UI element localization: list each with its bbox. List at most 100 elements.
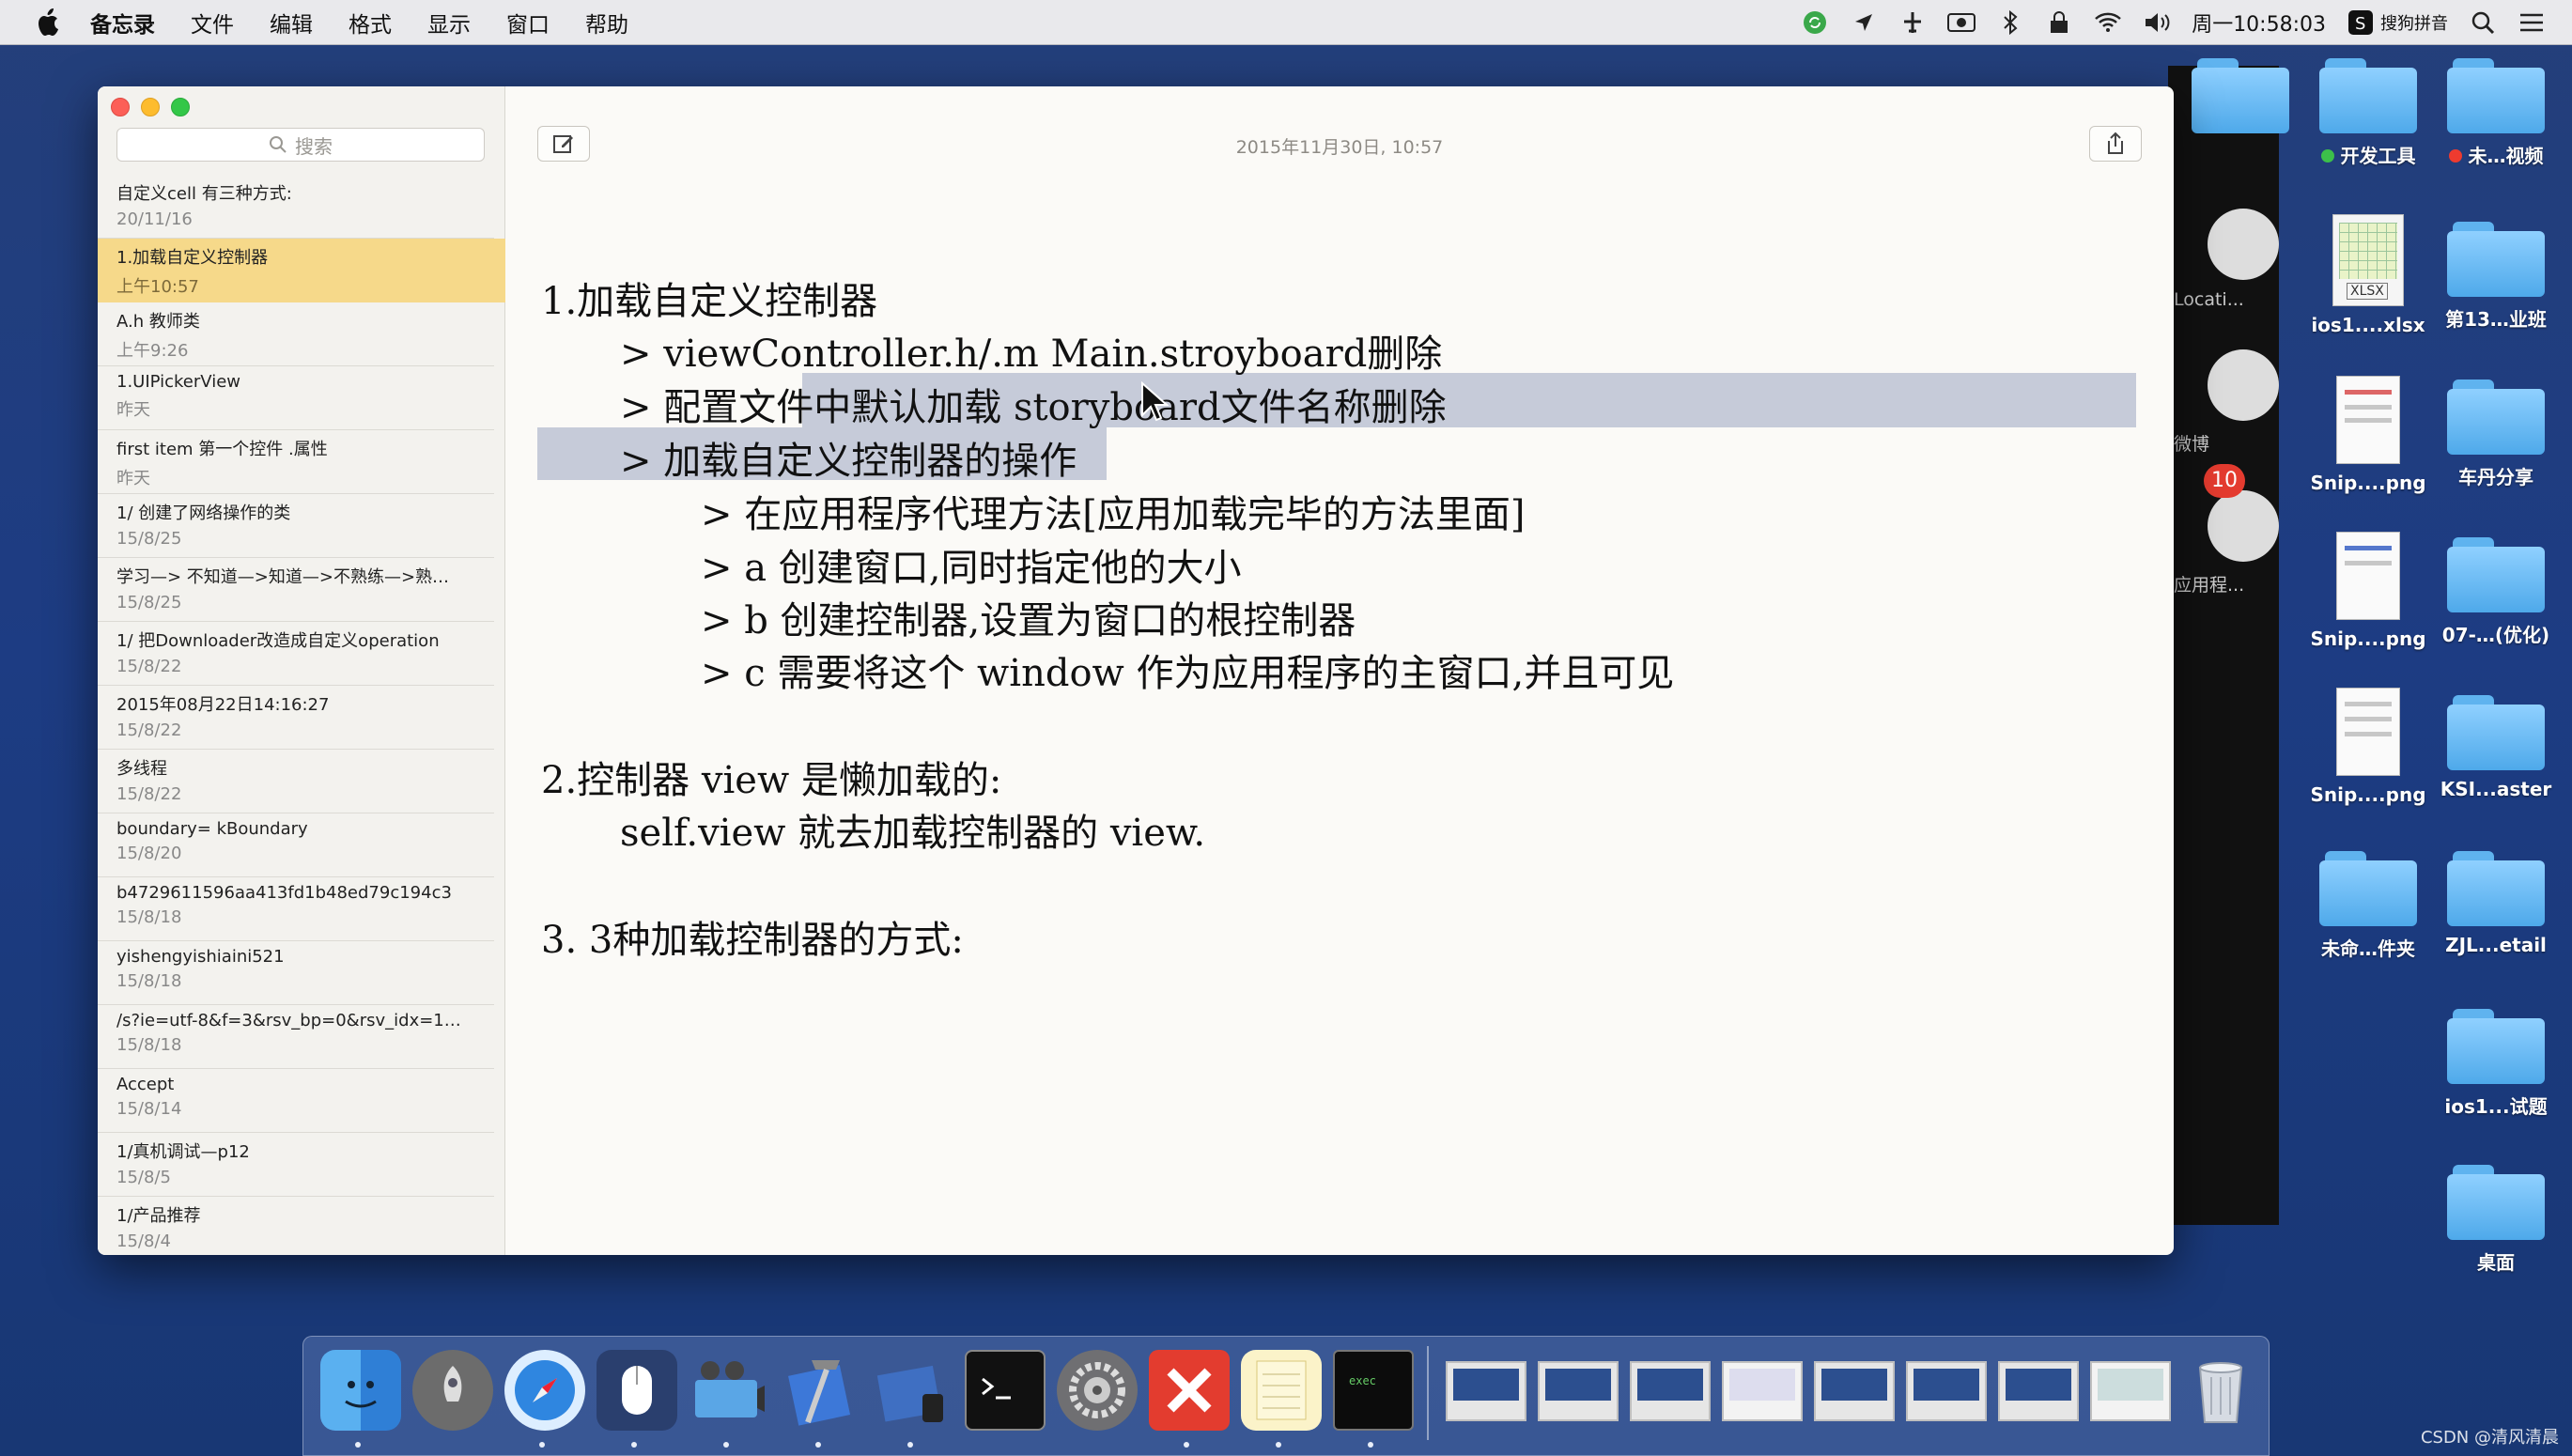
desktop-folder[interactable]: 车丹分享 [2435, 379, 2557, 489]
minimized-window-thumbnail[interactable] [1446, 1361, 1526, 1421]
note-list-item[interactable]: yishengyishiaini521 15/8/18 [98, 941, 494, 1005]
spotlight-search-icon[interactable] [2469, 8, 2497, 37]
safari-icon[interactable] [504, 1350, 585, 1431]
note-list-item[interactable]: boundary= kBoundary 15/8/20 [98, 813, 494, 877]
desktop-folder[interactable]: 未命…件夹 [2307, 851, 2429, 961]
menubar-clock[interactable]: 周一10:58:03 [2192, 8, 2326, 38]
notification-center-icon[interactable] [2518, 8, 2546, 37]
desktop-folder-video[interactable]: 未…视频 [2435, 58, 2557, 168]
bg-app-item[interactable]: Locati... [2168, 197, 2279, 319]
finder-icon[interactable] [320, 1350, 401, 1431]
notes-app-icon[interactable] [1241, 1350, 1322, 1431]
minimized-window-thumbnail[interactable] [1814, 1361, 1895, 1421]
minimized-window-thumbnail[interactable] [1538, 1361, 1619, 1421]
screen-record-icon[interactable] [1947, 8, 1976, 37]
lock-icon[interactable] [2045, 8, 2073, 37]
note-item-date: 昨天 [116, 469, 150, 488]
running-indicator [907, 1442, 913, 1448]
minimized-window-thumbnail[interactable] [1998, 1361, 2079, 1421]
minimized-window-thumbnail[interactable] [2090, 1361, 2171, 1421]
desktop-folder[interactable]: 桌面 [2435, 1165, 2557, 1275]
desktop-folder[interactable]: 第13…业班 [2435, 222, 2557, 332]
instruments-icon[interactable] [873, 1350, 953, 1431]
note-line: > 加载自定义控制器的操作 [620, 440, 1077, 483]
menu-app-name[interactable]: 备忘录 [90, 7, 155, 39]
note-item-title: 多线程 [116, 759, 167, 779]
desktop-folder-dev-tools[interactable]: 开发工具 [2307, 58, 2429, 168]
note-list-item[interactable]: 1/真机调试—p12 15/8/5 [98, 1133, 494, 1197]
note-item-date: 昨天 [116, 400, 150, 420]
sync-status-icon[interactable] [1801, 8, 1829, 37]
window-close-button[interactable] [111, 98, 130, 116]
note-item-title: 1.加载自定义控制器 [116, 248, 269, 268]
launchpad-icon[interactable] [412, 1350, 493, 1431]
menu-window[interactable]: 窗口 [506, 7, 550, 39]
desktop-folder[interactable]: ZJL...etail [2435, 851, 2557, 956]
note-list-item[interactable]: 1/产品推荐 15/8/4 [98, 1197, 494, 1255]
minimized-window-thumbnail[interactable] [1906, 1361, 1987, 1421]
apple-menu-icon[interactable] [30, 4, 68, 41]
mouse-app-icon[interactable] [597, 1350, 677, 1431]
terminal-icon[interactable] [965, 1350, 1046, 1431]
note-item-date: 15/8/25 [116, 529, 182, 549]
note-list-item[interactable]: 自定义cell 有三种方式: 20/11/16 [98, 175, 494, 239]
note-list-item[interactable]: 1.加载自定义控制器 上午10:57 [98, 239, 505, 302]
red-tag-dot [2448, 149, 2462, 163]
menu-file[interactable]: 文件 [191, 7, 234, 39]
note-list-item[interactable]: 1.UIPickerView 昨天 [98, 366, 494, 430]
desktop-folder[interactable]: 07-…(优化) [2435, 537, 2557, 647]
window-minimize-button[interactable] [141, 98, 160, 116]
note-list-item[interactable]: first item 第一个控件 .属性 昨天 [98, 430, 494, 494]
note-list-item[interactable]: 2015年08月22日14:16:27 15/8/22 [98, 686, 494, 750]
desktop-file-png[interactable]: Snip....png [2307, 376, 2429, 494]
note-line: > b 创建控制器,设置为窗口的根控制器 [701, 599, 1356, 643]
running-indicator [723, 1442, 729, 1448]
desktop-icon-label: ios1....xlsx [2311, 314, 2425, 336]
desktop-file-png[interactable]: Snip....png [2307, 532, 2429, 650]
trash-icon[interactable] [2180, 1350, 2261, 1431]
note-item-date: 15/8/18 [116, 971, 182, 991]
desktop-icon-label: 07-…(优化) [2441, 624, 2550, 646]
menu-help[interactable]: 帮助 [585, 7, 628, 39]
note-item-date: 15/8/22 [116, 657, 182, 676]
desktop-folder[interactable]: ios1...试题 [2435, 1009, 2557, 1119]
note-list-item[interactable]: b4729611596aa413fd1b48ed79c194c3 15/8/18 [98, 877, 494, 941]
imovie-icon[interactable] [689, 1350, 769, 1431]
xmind-icon[interactable] [1149, 1350, 1230, 1431]
note-list-item[interactable]: /s?ie=utf-8&f=3&rsv_bp=0&rsv_idx=1… 15/8/… [98, 1005, 494, 1069]
location-arrow-icon[interactable] [1850, 8, 1878, 37]
minimized-window-thumbnail[interactable] [1630, 1361, 1711, 1421]
desktop-file-png[interactable]: Snip....png [2307, 688, 2429, 806]
note-line: > c 需要将这个 window 作为应用程序的主窗口,并且可见 [701, 652, 1675, 695]
menu-edit[interactable]: 编辑 [270, 7, 313, 39]
window-zoom-button[interactable] [171, 98, 190, 116]
xcode-icon[interactable] [781, 1350, 861, 1431]
desktop-folder[interactable] [2179, 58, 2301, 133]
note-list-item[interactable]: 1/ 创建了网络操作的类 15/8/25 [98, 494, 494, 558]
bg-app-item[interactable]: 微博 [2168, 338, 2279, 460]
note-list-item[interactable]: A.h 教师类 上午9:26 [98, 302, 494, 366]
wifi-icon[interactable] [2094, 8, 2122, 37]
exec-terminal-icon[interactable]: exec [1333, 1350, 1414, 1431]
desktop-icon-label: 未命…件夹 [2321, 937, 2415, 960]
share-button[interactable] [2089, 126, 2142, 162]
volume-icon[interactable] [2143, 8, 2171, 37]
airplane-icon[interactable] [1898, 8, 1927, 37]
search-input[interactable]: 搜索 [116, 128, 485, 162]
desktop-file-xlsx[interactable]: XLSX ios1....xlsx [2307, 214, 2429, 336]
desktop-folder[interactable]: KSI...aster [2435, 695, 2557, 800]
note-list-item[interactable]: 1/ 把Downloader改造成自定义operation 15/8/22 [98, 622, 494, 686]
note-editor[interactable]: 2015年11月30日, 10:57 1.加载自定义控制器 > viewCont… [505, 86, 2174, 1255]
note-line: > 配置文件中默认加载 storyboard文件名称删除 [620, 386, 1447, 429]
note-list-item[interactable]: 多线程 15/8/22 [98, 750, 494, 813]
note-list-item[interactable]: 学习—> 不知道—>知道—>不熟练—>熟… 15/8/25 [98, 558, 494, 622]
menu-view[interactable]: 显示 [427, 7, 471, 39]
folder-icon [2447, 58, 2545, 133]
input-method-menu[interactable]: S 搜狗拼音 [2347, 8, 2448, 37]
note-list-item[interactable]: Accept 15/8/14 [98, 1069, 494, 1133]
bluetooth-icon[interactable] [1996, 8, 2024, 37]
system-preferences-icon[interactable] [1057, 1350, 1138, 1431]
notes-sidebar: 搜索 自定义cell 有三种方式: 20/11/16 1.加载自定义控制器 上午10:… [98, 86, 505, 1255]
minimized-window-thumbnail[interactable] [1722, 1361, 1803, 1421]
menu-format[interactable]: 格式 [349, 7, 392, 39]
